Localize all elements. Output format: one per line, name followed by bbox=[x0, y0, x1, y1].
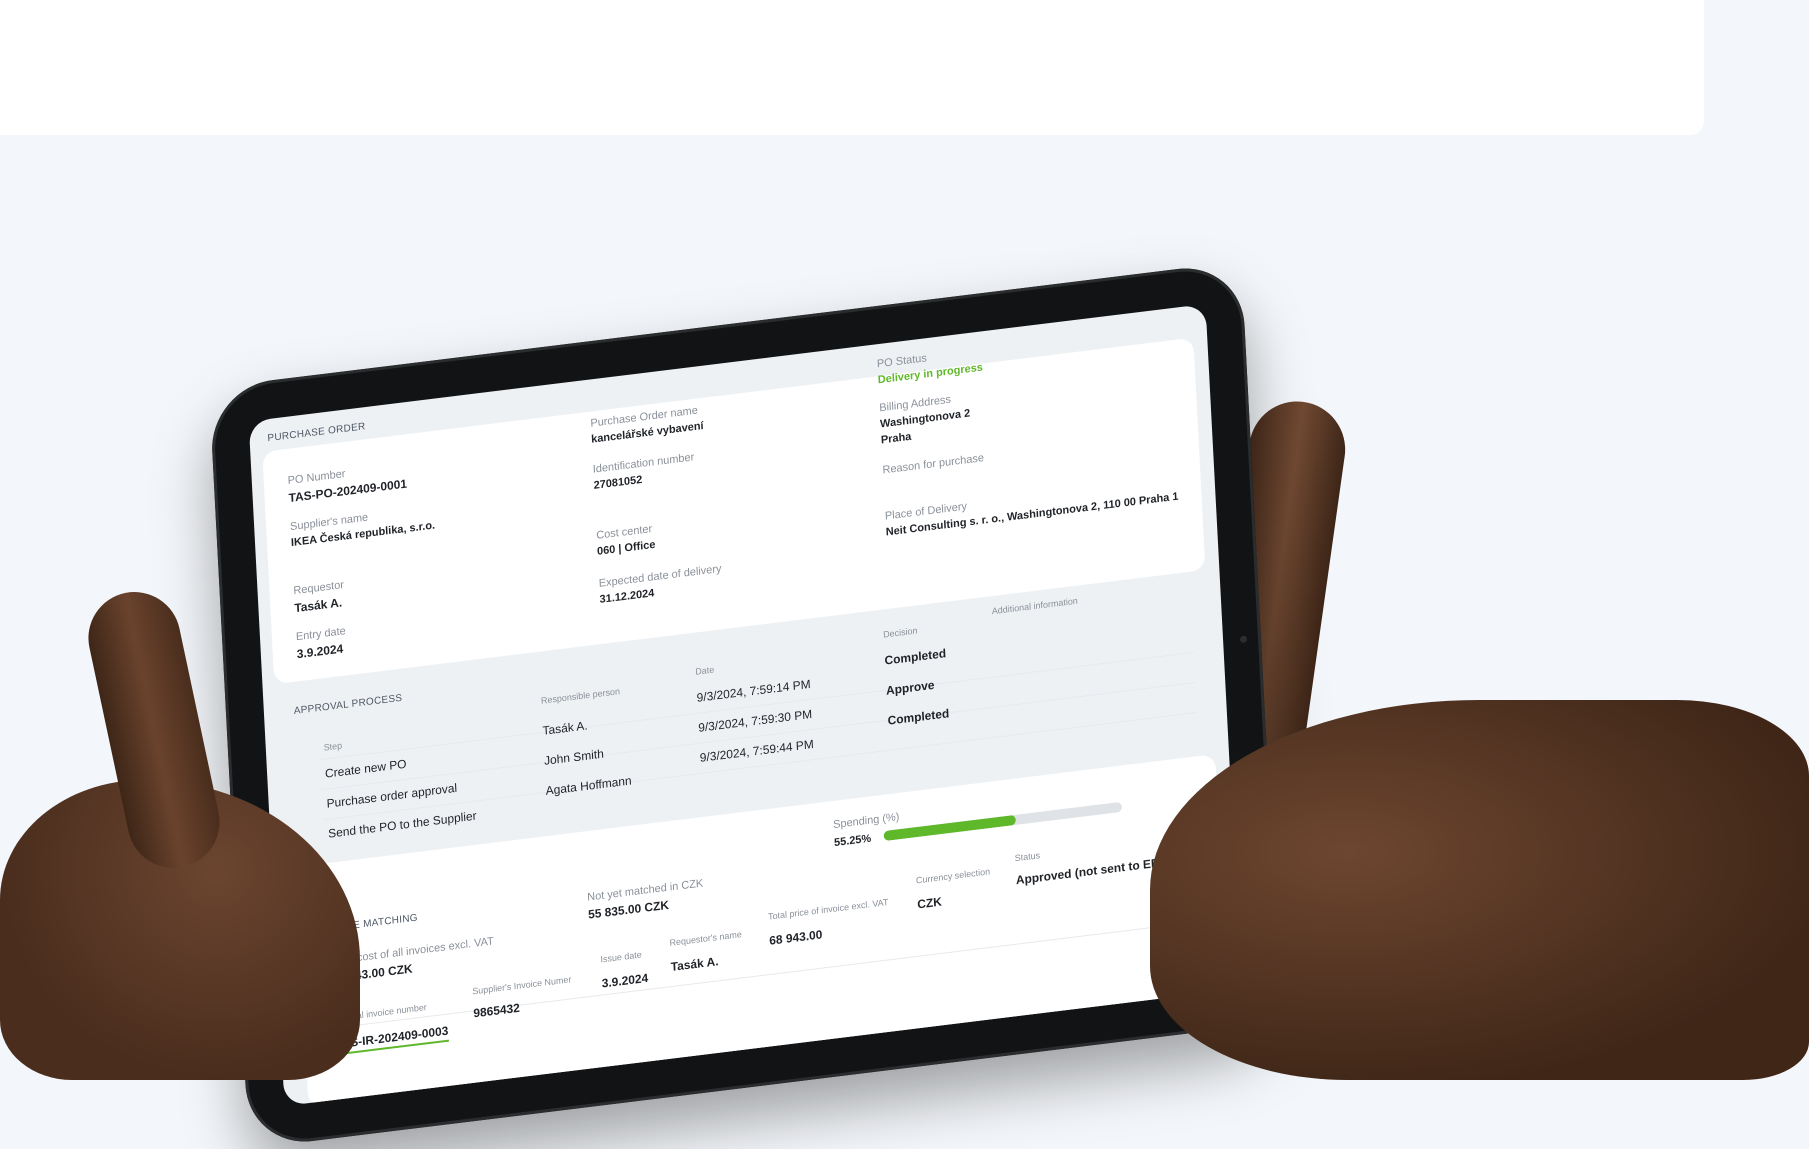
spending-progress-bar bbox=[883, 801, 1123, 842]
camera-icon bbox=[1239, 635, 1248, 644]
invoice-currency[interactable]: CZK bbox=[917, 894, 942, 911]
approval-decision: Completed bbox=[887, 706, 950, 728]
approval-step: Send the PO to the Supplier bbox=[327, 808, 477, 841]
approval-header-date: Date bbox=[695, 664, 715, 677]
identification-label: Identification number bbox=[592, 451, 695, 476]
invoice-header-issue-date: Issue date bbox=[600, 949, 642, 965]
approval-responsible: Tasák A. bbox=[542, 718, 588, 738]
spending-progress-fill bbox=[883, 814, 1016, 842]
approval-decision: Completed bbox=[884, 646, 947, 668]
entry-date: 3.9.2024 bbox=[296, 641, 344, 662]
invoice-header-status: Status bbox=[1014, 850, 1041, 864]
cost-center: 060 | Office bbox=[596, 538, 656, 558]
requestor-label: Requestor bbox=[293, 578, 345, 598]
identification-number: 27081052 bbox=[593, 473, 643, 492]
tablet-bezel: PURCHASE ORDER PO Number TAS-PO-202409-0… bbox=[208, 261, 1282, 1149]
approval-responsible: John Smith bbox=[543, 746, 605, 768]
spending-label: Spending (%) bbox=[832, 811, 900, 832]
po-status-label: PO Status bbox=[876, 352, 928, 371]
supplier-invoice-number: 9865432 bbox=[473, 1000, 521, 1021]
entry-date-label: Entry date bbox=[295, 625, 347, 644]
table-divider bbox=[328, 920, 1202, 1030]
approval-header-additional: Additional information bbox=[991, 595, 1078, 617]
invoice-header-total-price: Total price of invoice excl. VAT bbox=[767, 896, 889, 922]
invoice-header-currency: Currency selection bbox=[915, 866, 991, 886]
approval-header-step: Step bbox=[323, 740, 343, 753]
invoice-requestor: Tasák A. bbox=[670, 954, 719, 975]
expected-delivery-label: Expected date of delivery bbox=[598, 562, 722, 590]
billing-address-line2: Praha bbox=[880, 430, 912, 447]
spending-value: 55.25% bbox=[833, 832, 872, 850]
expected-delivery-date: 31.12.2024 bbox=[599, 587, 655, 606]
invoice-header-requestor: Requestor's name bbox=[669, 929, 743, 948]
invoice-issue-date: 3.9.2024 bbox=[601, 970, 649, 991]
tablet: PURCHASE ORDER PO Number TAS-PO-202409-0… bbox=[208, 261, 1282, 1149]
approval-responsible: Agata Hoffmann bbox=[545, 773, 632, 798]
background-card bbox=[0, 0, 1704, 135]
right-hand bbox=[1150, 700, 1809, 1080]
invoice-header-supplier: Supplier's Invoice Numer bbox=[472, 974, 572, 997]
approval-header-decision: Decision bbox=[882, 625, 918, 640]
approval-header-responsible: Responsible person bbox=[540, 686, 621, 706]
reason-label: Reason for purchase bbox=[882, 452, 985, 477]
tablet-screen: PURCHASE ORDER PO Number TAS-PO-202409-0… bbox=[248, 303, 1242, 1107]
approval-step: Create new PO bbox=[324, 756, 407, 781]
requestor-value: Tasák A. bbox=[294, 595, 343, 616]
invoice-total-price: 68 943.00 bbox=[768, 927, 823, 948]
approval-decision: Approve bbox=[885, 677, 935, 698]
